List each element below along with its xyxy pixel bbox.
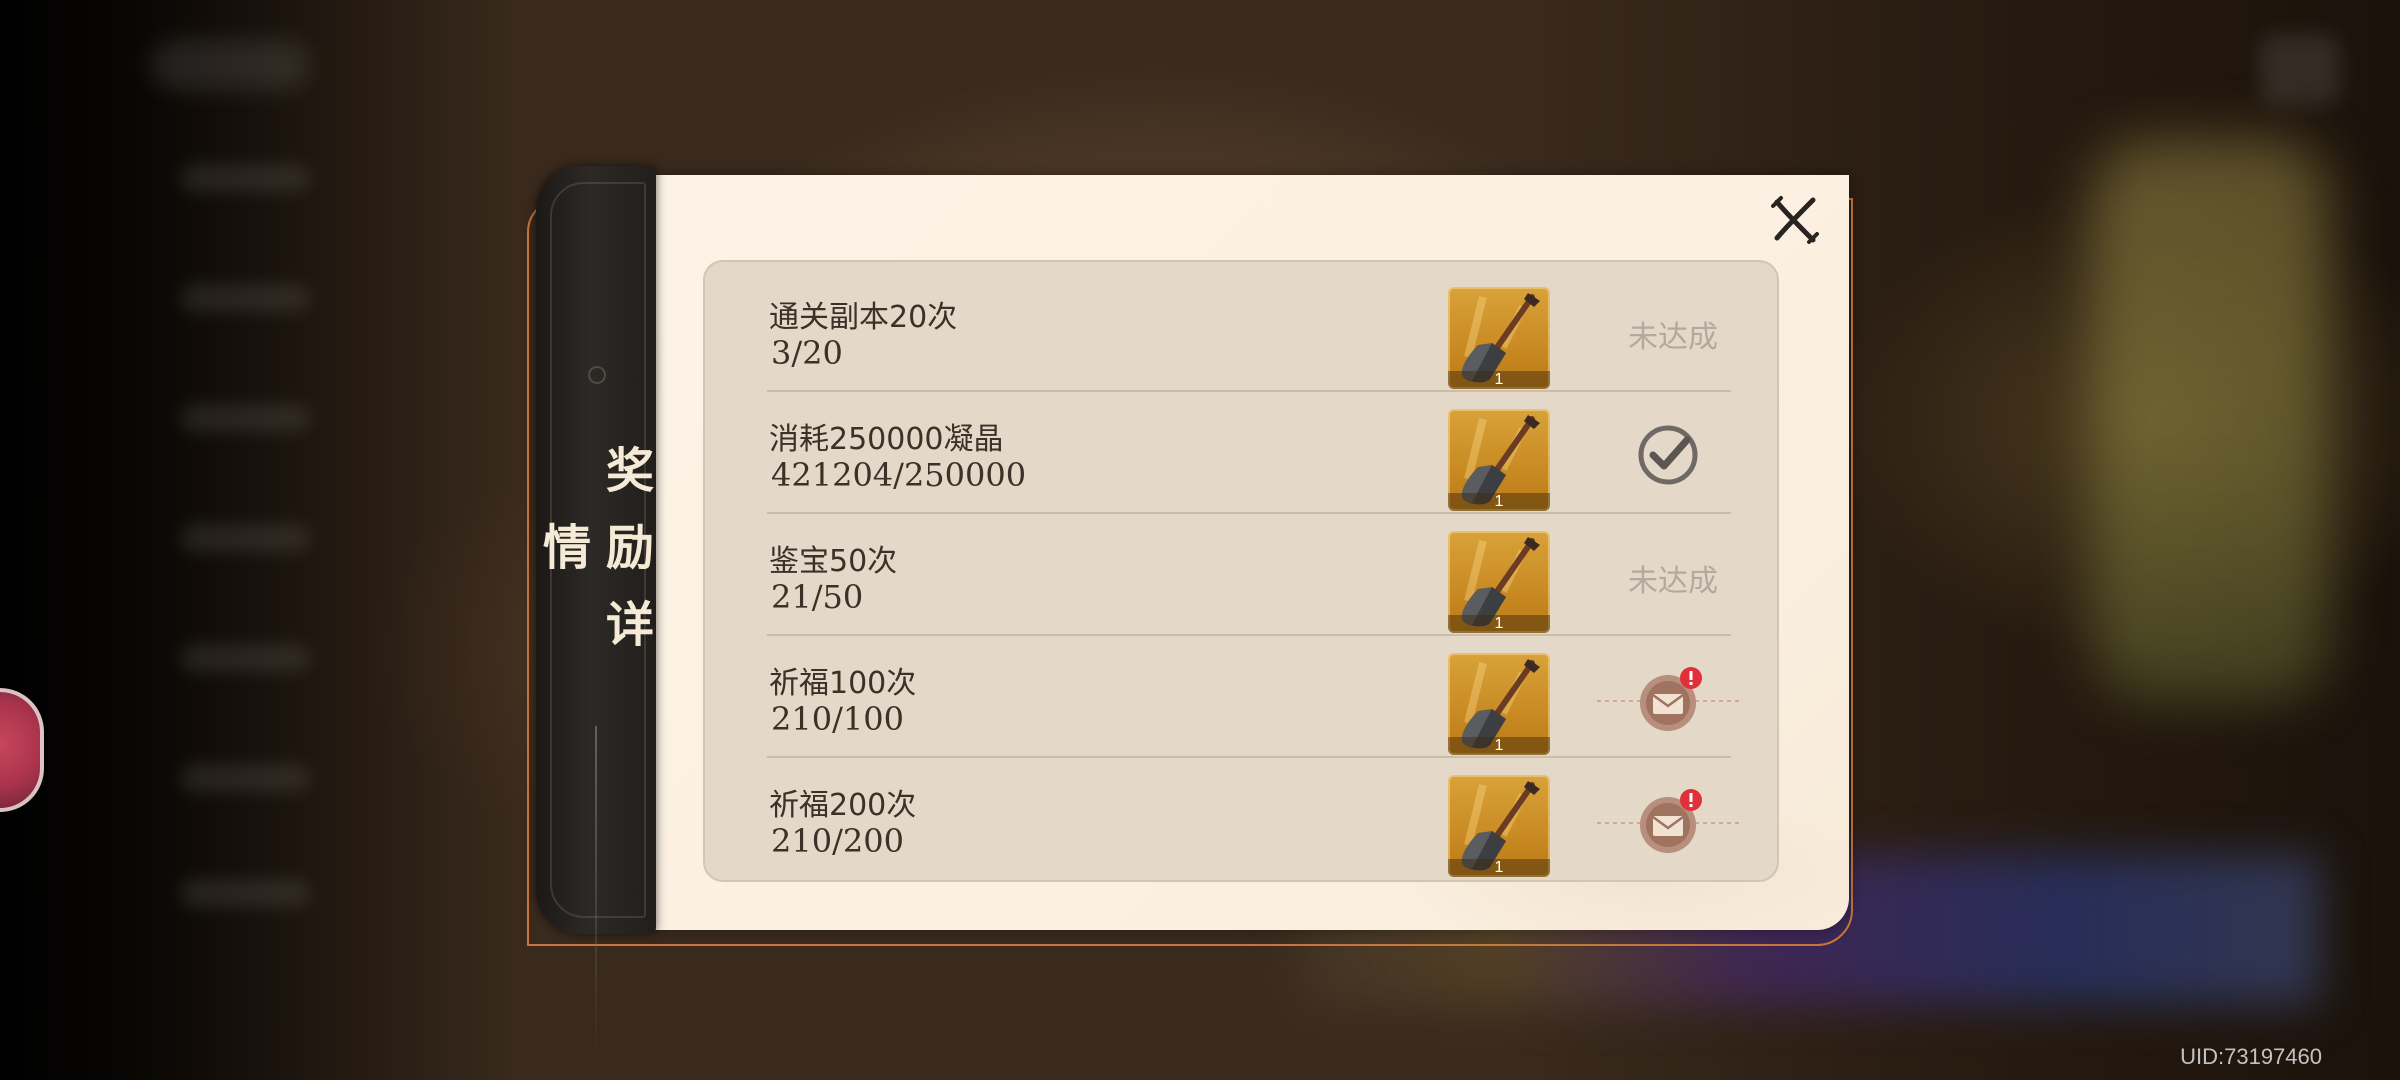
dialog-title-char: 详 [597,598,653,653]
reward-list: 通关副本20次 3/20 1 未达成 消耗250000凝晶 421204/250… [703,260,1779,882]
dialog-title-char: 励 [597,522,653,576]
row-divider [767,512,1731,514]
close-icon [1771,196,1819,244]
user-id-label: UID:73197460 [2180,1044,2322,1069]
checkmark-icon [1638,425,1698,485]
tab-ornament [588,366,606,384]
background-top-left-menu [150,40,310,90]
reward-item-slot[interactable]: 1 [1448,409,1550,511]
task-progress: 3/20 [771,334,843,372]
task-description: 祈福200次 [769,788,917,823]
status-claimed [1635,422,1701,488]
reward-row: 鉴宝50次 21/50 1 未达成 [767,516,1731,638]
background-menu-item [180,880,310,906]
status-not-reached: 未达成 [1628,320,1718,355]
task-description: 祈福100次 [769,666,917,701]
task-description: 鉴宝50次 [769,544,898,579]
item-count: 1 [1494,371,1504,388]
dialog-title-tab: 奖 励 详 情 [534,166,656,1056]
task-progress: 421204/250000 [771,456,1027,494]
background-menu-item [180,405,310,431]
game-screen: 奖 励 详 情 通关副本20次 3/20 1 未达成 消耗250000凝晶 42… [0,0,2400,1080]
reward-item-slot[interactable]: 1 [1448,531,1550,633]
background-menu-item [180,645,310,671]
reward-row: 祈福200次 210/200 1 [767,760,1739,882]
reward-row: 通关副本20次 3/20 1 未达成 [767,272,1731,394]
envelope-icon [1597,789,1739,853]
reward-item-slot[interactable]: 1 [1448,287,1550,389]
background-menu-item [180,285,310,311]
item-count: 1 [1494,859,1504,876]
task-description: 消耗250000凝晶 [769,422,1004,457]
row-divider [767,390,1731,392]
claim-reward-button[interactable] [1595,788,1741,858]
background-menu-item [180,165,310,191]
row-divider [767,634,1731,636]
dialog-title-char: 奖 [597,445,653,500]
item-count: 1 [1494,737,1504,754]
background-title-art [2090,140,2330,700]
task-progress: 210/200 [771,822,904,860]
status-not-reached: 未达成 [1628,564,1718,599]
reward-item-slot[interactable]: 1 [1448,653,1550,755]
envelope-icon [1597,667,1739,731]
reward-row: 祈福100次 210/100 1 [767,638,1739,760]
background-menu-item [180,525,310,551]
background-top-right-button [2260,35,2340,105]
reward-row: 消耗250000凝晶 421204/250000 1 [767,394,1731,516]
background-menu-item [180,765,310,791]
task-progress: 210/100 [771,700,904,738]
dialog-title: 奖 励 详 情 [534,414,656,684]
close-button[interactable] [1767,192,1823,248]
reward-item-slot[interactable]: 1 [1448,775,1550,877]
item-count: 1 [1494,493,1504,510]
claim-reward-button[interactable] [1595,666,1741,736]
task-description: 通关副本20次 [769,300,958,335]
task-progress: 21/50 [771,578,864,616]
dialog-title-char: 情 [534,522,590,576]
item-count: 1 [1494,615,1504,632]
tab-ornament-line [595,726,597,1056]
row-divider [767,756,1731,758]
